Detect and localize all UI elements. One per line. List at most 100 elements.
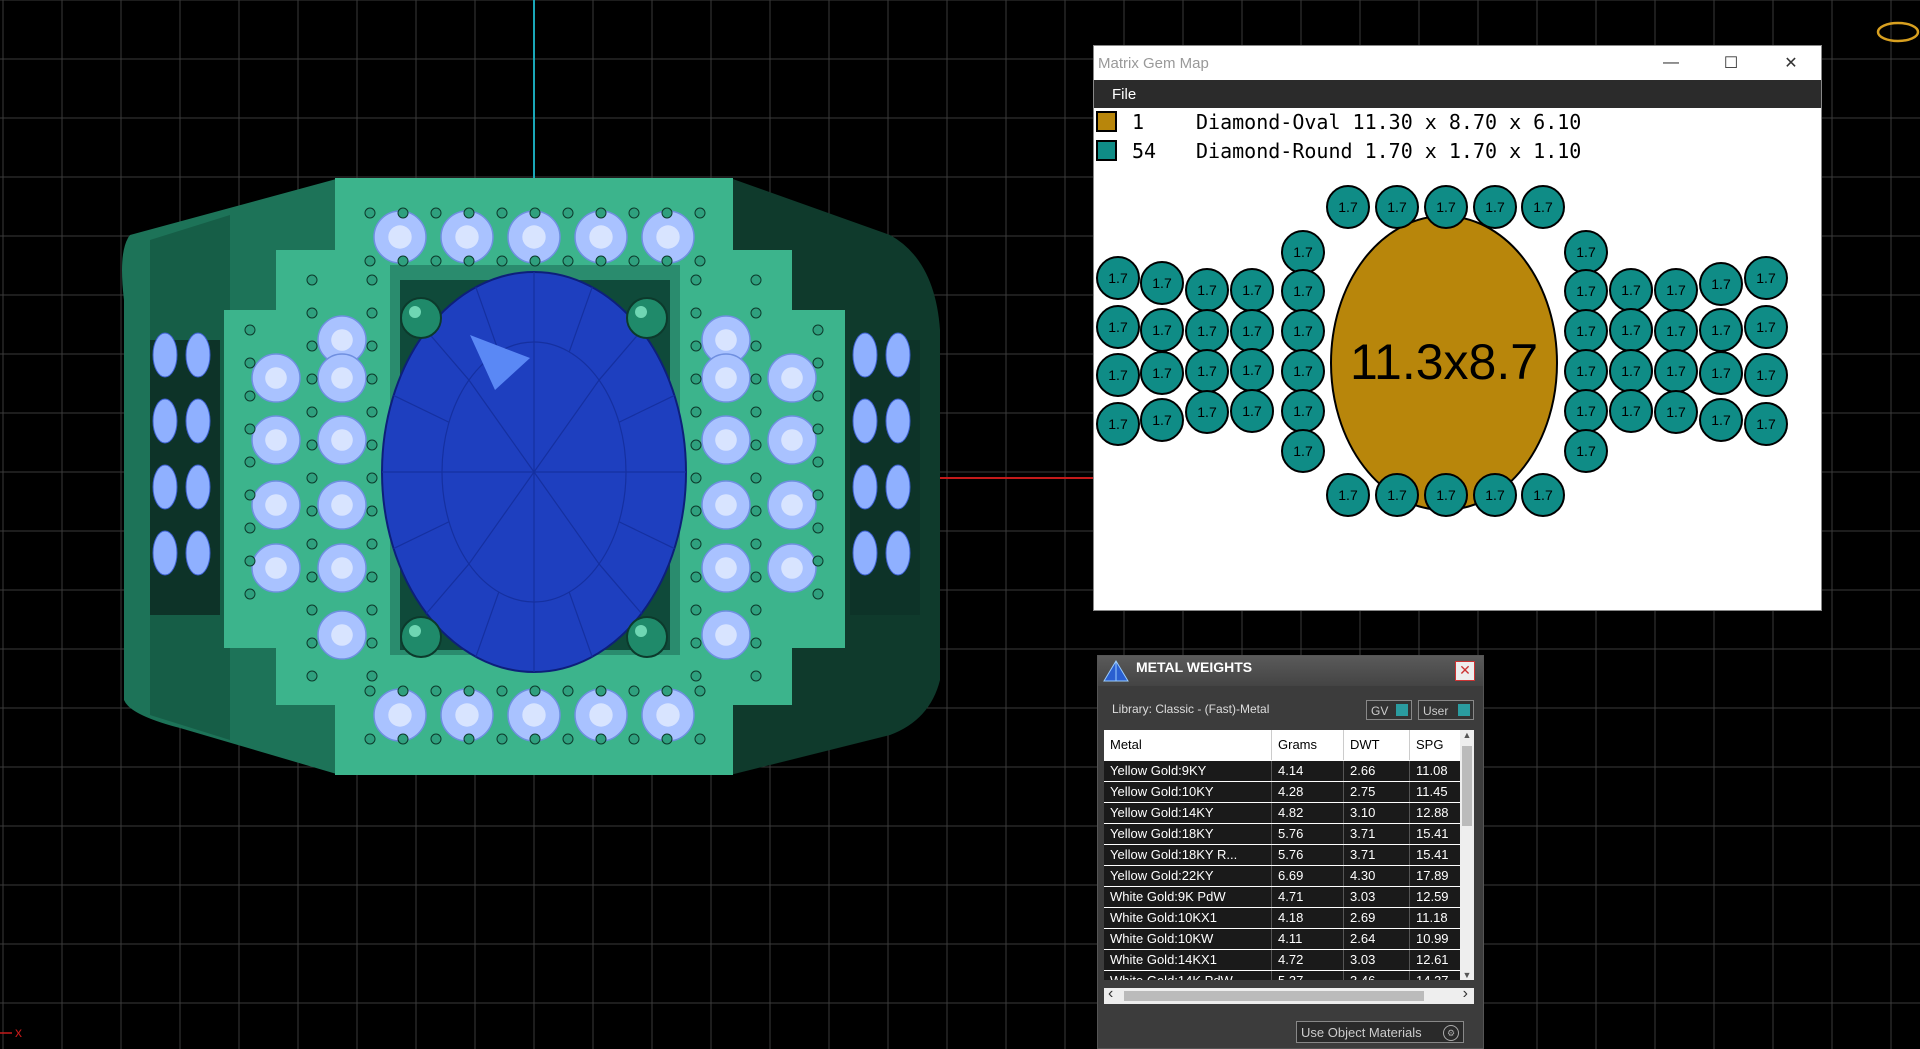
table-cell: Yellow Gold:18KY: [1104, 824, 1272, 844]
gear-icon[interactable]: ⚙: [1443, 1025, 1459, 1041]
pyramid-icon: [1103, 660, 1129, 682]
column-header-dwt[interactable]: DWT: [1344, 730, 1410, 760]
user-toggle[interactable]: User: [1418, 700, 1474, 720]
gem-round-label: 1.7: [1242, 362, 1262, 378]
gem-map-titlebar[interactable]: Matrix Gem Map — ☐ ✕: [1094, 46, 1821, 80]
channel-stone: [152, 530, 178, 576]
channel-stone: [185, 332, 211, 378]
gem-map-title: Matrix Gem Map: [1098, 54, 1209, 72]
bead: [430, 685, 442, 697]
scroll-left-icon[interactable]: ‹: [1108, 985, 1113, 1003]
bead: [690, 505, 702, 517]
bead: [306, 307, 318, 319]
table-row[interactable]: Yellow Gold:14KY 4.82 3.10 12.88: [1104, 803, 1464, 824]
scroll-thumb[interactable]: [1462, 746, 1472, 826]
table-cell: Yellow Gold:14KY: [1104, 803, 1272, 823]
table-row[interactable]: White Gold:10KW 4.11 2.64 10.99: [1104, 929, 1464, 950]
bead: [661, 733, 673, 745]
vertical-scrollbar[interactable]: ▲ ▼: [1460, 730, 1474, 980]
metal-weights-titlebar[interactable]: METAL WEIGHTS ✕: [1098, 656, 1483, 686]
horizontal-scrollbar[interactable]: ‹ ›: [1104, 985, 1474, 1004]
scroll-up-icon[interactable]: ▲: [1460, 730, 1474, 744]
table-row[interactable]: Yellow Gold:9KY 4.14 2.66 11.08: [1104, 761, 1464, 782]
table-cell: 3.71: [1344, 845, 1410, 865]
minimize-icon[interactable]: —: [1641, 46, 1701, 80]
bead: [364, 685, 376, 697]
bead: [529, 207, 541, 219]
gem-round-label: 1.7: [1197, 363, 1217, 379]
bead: [812, 555, 824, 567]
table-row[interactable]: White Gold:14KX1 4.72 3.03 12.61: [1104, 950, 1464, 971]
table-row[interactable]: White Gold:9K PdW 4.71 3.03 12.59: [1104, 887, 1464, 908]
table-row[interactable]: White Gold:14K PdW5.373.4614.37: [1104, 971, 1464, 980]
table-row[interactable]: Yellow Gold:10KY 4.28 2.75 11.45: [1104, 782, 1464, 803]
bead: [430, 733, 442, 745]
scroll-thumb[interactable]: [1124, 991, 1424, 1001]
column-header-metal[interactable]: Metal: [1104, 730, 1272, 760]
gem-round-label: 1.7: [1756, 270, 1776, 286]
table-row[interactable]: Yellow Gold:18KY 5.76 3.71 15.41: [1104, 824, 1464, 845]
side-stone-table: [715, 624, 737, 646]
library-label: Library: Classic - (Fast)-Metal: [1112, 702, 1270, 716]
bead: [364, 207, 376, 219]
side-stone-table: [656, 703, 680, 727]
side-stone-table: [522, 703, 546, 727]
table-cell: 2.66: [1344, 761, 1410, 781]
bead: [562, 733, 574, 745]
use-object-materials-select[interactable]: Use Object Materials ⚙: [1296, 1021, 1464, 1043]
viewport-axis-label: x: [15, 1024, 22, 1040]
column-header-grams[interactable]: Grams: [1272, 730, 1344, 760]
bead: [244, 522, 256, 534]
scroll-right-icon[interactable]: ›: [1463, 985, 1468, 1003]
close-icon[interactable]: ✕: [1455, 661, 1475, 681]
table-cell: 2.64: [1344, 929, 1410, 949]
bead: [244, 588, 256, 600]
table-cell: 4.11: [1272, 929, 1344, 949]
ring-model[interactable]: [122, 178, 940, 775]
bead: [750, 538, 762, 550]
gem-map-canvas[interactable]: 11.3x8.7 1.7 1.7 1.7 1.7 1.7 1.7 1.7 1.7 1.7 1.7 1…: [1094, 170, 1821, 610]
column-header-spg[interactable]: SPG: [1410, 730, 1464, 760]
gem-round-label: 1.7: [1436, 199, 1456, 215]
close-icon[interactable]: ✕: [1761, 46, 1821, 80]
gem-round-label: 1.7: [1711, 276, 1731, 292]
gem-round-label: 1.7: [1576, 244, 1596, 260]
bead: [562, 255, 574, 267]
scroll-down-icon[interactable]: ▼: [1460, 970, 1474, 980]
user-toggle-label: User: [1423, 704, 1449, 718]
bead: [366, 670, 378, 682]
bead: [750, 340, 762, 352]
bead: [595, 685, 607, 697]
table-row[interactable]: Yellow Gold:18KY R... 5.76 3.71 15.41: [1104, 845, 1464, 866]
bead: [306, 670, 318, 682]
table-row[interactable]: Yellow Gold:22KY 6.69 4.30 17.89: [1104, 866, 1464, 887]
side-stone-table: [715, 367, 737, 389]
bead: [496, 685, 508, 697]
gem-round-label: 1.7: [1756, 367, 1776, 383]
channel-stone: [152, 398, 178, 444]
gem-round-label: 1.7: [1242, 403, 1262, 419]
gem-legend: 1 Diamond-Oval 11.30 x 8.70 x 6.10 54 Di…: [1094, 108, 1821, 166]
menu-file[interactable]: File: [1112, 86, 1136, 103]
bead: [397, 685, 409, 697]
gv-toggle[interactable]: GV: [1366, 700, 1412, 720]
bead: [812, 522, 824, 534]
bead: [690, 538, 702, 550]
bead: [366, 472, 378, 484]
pearl: [400, 616, 442, 658]
bead: [366, 571, 378, 583]
legend-row-round: 54 Diamond-Round 1.70 x 1.70 x 1.10: [1094, 137, 1821, 166]
bead: [364, 733, 376, 745]
channel-stone: [885, 332, 911, 378]
table-row[interactable]: White Gold:10KX1 4.18 2.69 11.18: [1104, 908, 1464, 929]
bead: [306, 637, 318, 649]
bead: [366, 505, 378, 517]
viewcube-icon[interactable]: [1876, 21, 1920, 43]
bead: [661, 207, 673, 219]
side-stone-table: [331, 557, 353, 579]
maximize-icon[interactable]: ☐: [1701, 46, 1761, 80]
metal-weights-table[interactable]: Metal Grams DWT SPG Yellow Gold:9KY 4.14 2…: [1104, 730, 1474, 980]
bead: [812, 456, 824, 468]
bead: [812, 390, 824, 402]
side-stone-table: [331, 494, 353, 516]
